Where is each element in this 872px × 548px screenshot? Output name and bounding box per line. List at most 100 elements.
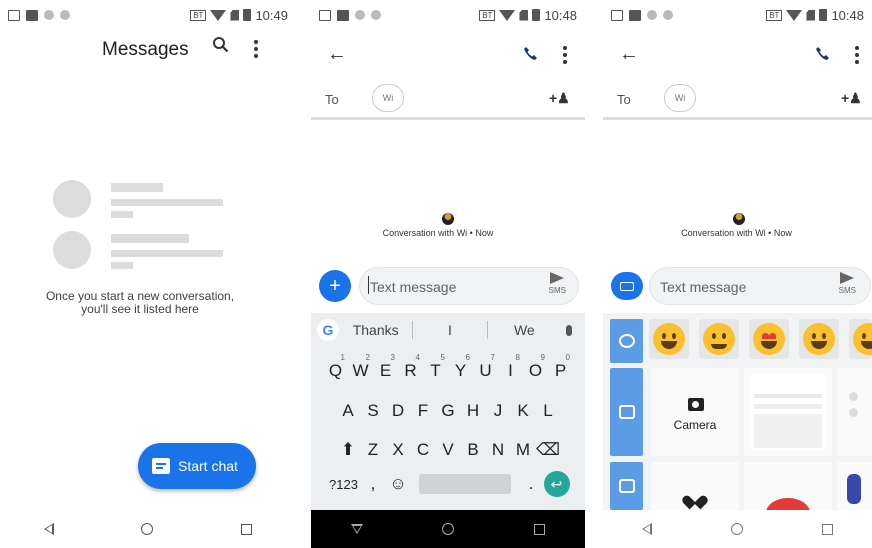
- emoji-heart-eyes[interactable]: [749, 319, 789, 359]
- gallery-tab[interactable]: [610, 368, 643, 456]
- enter-key[interactable]: ↩: [543, 471, 570, 497]
- home-nav-icon[interactable]: [141, 523, 154, 535]
- phone-icon[interactable]: [815, 46, 829, 60]
- recents-nav-icon[interactable]: [241, 523, 253, 535]
- new-conversation-attach-screen: BT 10:48 ← To Wi +♟ Conversation with Wi…: [603, 0, 872, 548]
- more-options-icon[interactable]: [563, 46, 567, 64]
- key-v[interactable]: V: [436, 440, 461, 460]
- back-arrow-icon[interactable]: ←: [327, 43, 347, 66]
- emoji-smiling[interactable]: [699, 319, 739, 359]
- gallery-thumbnail[interactable]: [837, 462, 872, 510]
- add-person-icon[interactable]: +♟: [841, 90, 862, 107]
- emoji-joy[interactable]: [799, 319, 839, 359]
- notification-dot-icon: [44, 10, 54, 20]
- home-nav-icon[interactable]: [730, 523, 743, 535]
- key-label: U: [479, 361, 492, 380]
- conversation-label: Conversation with Wi • Now: [382, 228, 494, 238]
- home-nav-icon[interactable]: [442, 523, 455, 535]
- key-b[interactable]: B: [461, 440, 486, 460]
- sticker-tab[interactable]: [610, 462, 643, 510]
- notification-dot-icon: [371, 10, 381, 20]
- key-hint: 1: [340, 353, 345, 362]
- compose-field[interactable]: Text message SMS: [649, 267, 871, 305]
- key-z[interactable]: Z: [361, 440, 386, 460]
- search-icon[interactable]: [212, 36, 229, 58]
- emoji-key[interactable]: ☺: [386, 474, 411, 494]
- key-k[interactable]: K: [511, 401, 536, 421]
- key-a[interactable]: A: [336, 401, 361, 421]
- back-nav-icon[interactable]: [43, 523, 54, 535]
- backspace-key[interactable]: ⌫: [536, 440, 561, 460]
- shift-key[interactable]: ⬆: [336, 440, 361, 460]
- emoji-grinning[interactable]: [649, 319, 689, 359]
- thumbnail-dot-icon: [849, 408, 858, 417]
- suggestion-3[interactable]: We: [488, 322, 561, 338]
- key-t[interactable]: T5: [423, 353, 448, 381]
- gallery-thumbnail[interactable]: [837, 368, 872, 456]
- key-label: F: [417, 401, 429, 420]
- add-attachment-button[interactable]: +: [319, 270, 351, 302]
- key-s[interactable]: S: [361, 401, 386, 421]
- suggestion-2[interactable]: I: [413, 322, 486, 338]
- symbols-key[interactable]: ?123: [327, 477, 361, 492]
- recents-nav-icon[interactable]: [821, 523, 833, 535]
- compose-field[interactable]: Text message SMS: [359, 267, 579, 305]
- key-o[interactable]: O9: [523, 353, 548, 381]
- key-label: B: [467, 440, 479, 459]
- emoji-tab[interactable]: [610, 319, 643, 363]
- key-n[interactable]: N: [486, 440, 511, 460]
- more-options-icon[interactable]: [254, 40, 258, 58]
- key-h[interactable]: H: [461, 401, 486, 421]
- key-j[interactable]: J: [486, 401, 511, 421]
- recipient-chip[interactable]: Wi: [372, 84, 404, 112]
- key-u[interactable]: U7: [473, 353, 498, 381]
- gallery-thumbnail[interactable]: [744, 462, 832, 510]
- recipient-chip[interactable]: Wi: [664, 84, 696, 112]
- key-r[interactable]: R4: [398, 353, 423, 381]
- google-icon[interactable]: G: [317, 319, 339, 341]
- key-w[interactable]: W2: [348, 353, 373, 381]
- key-d[interactable]: D: [386, 401, 411, 421]
- add-person-icon[interactable]: +♟: [549, 90, 570, 107]
- key-m[interactable]: M: [511, 440, 536, 460]
- camera-tile[interactable]: Camera: [651, 368, 739, 456]
- key-c[interactable]: C: [411, 440, 436, 460]
- suggestion-strip: G Thanks I We: [311, 313, 585, 347]
- status-bar: BT 10:49: [0, 0, 296, 30]
- send-sms-button[interactable]: SMS: [549, 272, 566, 295]
- back-nav-icon[interactable]: [642, 523, 653, 535]
- key-hint: 7: [490, 353, 495, 362]
- start-chat-button[interactable]: Start chat: [138, 443, 256, 489]
- key-l[interactable]: L: [536, 401, 561, 421]
- recents-nav-icon[interactable]: [534, 523, 546, 535]
- contact-avatar: [733, 213, 745, 225]
- key-p[interactable]: P0: [548, 353, 573, 381]
- status-bar: BT 10:48: [311, 0, 585, 30]
- key-y[interactable]: Y6: [448, 353, 473, 381]
- key-f[interactable]: F: [411, 401, 436, 421]
- more-options-icon[interactable]: [855, 46, 859, 64]
- gmail-notification-icon: [319, 9, 331, 21]
- recipient-row: To Wi +♟: [311, 80, 585, 120]
- sticker-tile[interactable]: [651, 462, 739, 510]
- mic-icon[interactable]: [561, 324, 577, 336]
- gallery-thumbnail[interactable]: [744, 368, 832, 456]
- key-q[interactable]: Q1: [323, 353, 348, 381]
- comma-key[interactable]: ,: [361, 474, 386, 494]
- space-key[interactable]: [418, 474, 511, 494]
- back-arrow-icon[interactable]: ←: [619, 43, 639, 66]
- phone-icon[interactable]: [523, 46, 537, 60]
- suggestion-1[interactable]: Thanks: [339, 322, 412, 338]
- nav-bar: [311, 510, 585, 548]
- send-sms-button[interactable]: SMS: [839, 272, 856, 295]
- sim-icon: [230, 9, 240, 21]
- keyboard-toggle-button[interactable]: [611, 272, 643, 300]
- key-x[interactable]: X: [386, 440, 411, 460]
- hide-keyboard-icon[interactable]: [350, 524, 363, 534]
- period-key[interactable]: .: [519, 474, 544, 494]
- key-g[interactable]: G: [436, 401, 461, 421]
- emoji-tongue[interactable]: [849, 319, 872, 359]
- key-i[interactable]: I8: [498, 353, 523, 381]
- key-e[interactable]: E3: [373, 353, 398, 381]
- gmail-notification-icon: [611, 9, 623, 21]
